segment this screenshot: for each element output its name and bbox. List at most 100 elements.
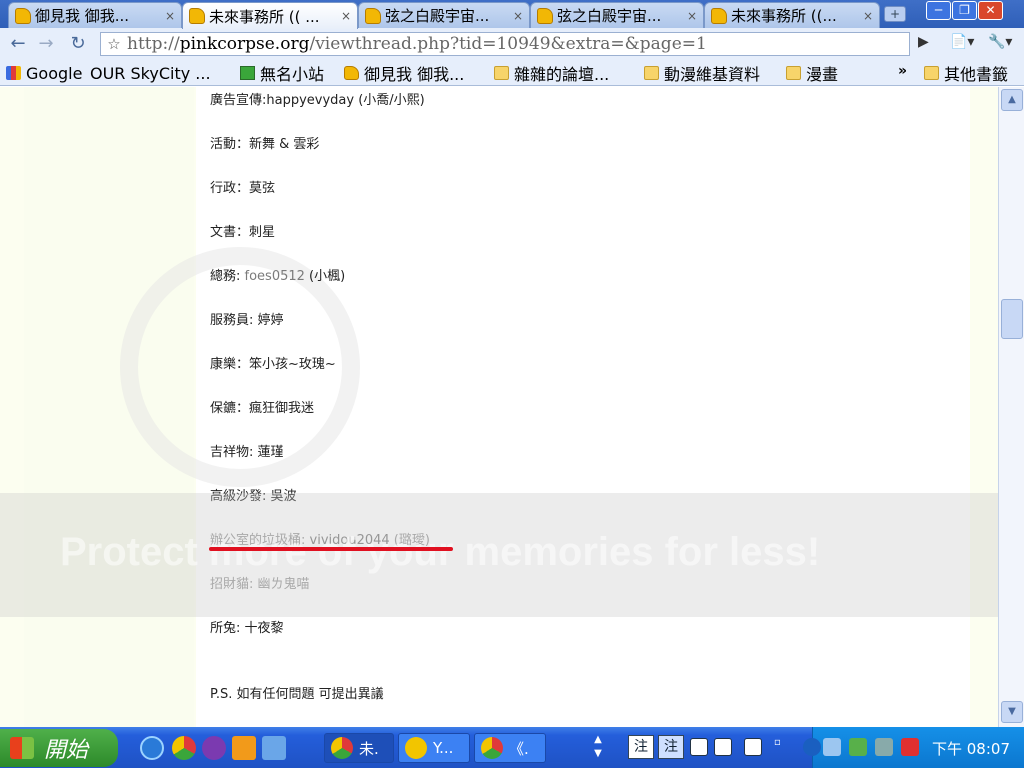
bookmarks-overflow-icon[interactable]: » (898, 63, 907, 79)
tab-label: 未來事務所 ((... (731, 7, 837, 25)
folder-icon (786, 66, 801, 80)
post-line: 活動：新舞 & 雲彩 (210, 137, 320, 152)
tray-expand-icon[interactable] (803, 738, 821, 756)
bookmark-folder-manga[interactable]: 漫畫 (786, 63, 839, 84)
post-line: 廣告宣傳:happyevyday (小喬/小熙) (210, 93, 425, 108)
tab-label: 弦之白殿宇宙... (557, 7, 662, 25)
post-line: 服務員: 婷婷 (210, 313, 284, 328)
bookmark-skycity[interactable]: OUR SkyCity ... (90, 63, 211, 164)
windows-logo-icon (10, 737, 34, 759)
ime-indicator[interactable]: 注 (628, 735, 654, 759)
url-text[interactable]: http://pinkcorpse.org/viewthread.php?tid… (127, 34, 707, 54)
wrench-menu-icon[interactable]: 🔧▾ (988, 34, 1012, 50)
bookmark-other[interactable]: 其他書籤 (924, 63, 1009, 84)
clock: 下午 08:07 (932, 740, 1010, 758)
line-label: 總務: (210, 269, 245, 284)
scroll-thumb[interactable] (1001, 299, 1023, 339)
ie-icon[interactable] (140, 736, 164, 760)
maximize-button[interactable]: ❐ (952, 1, 977, 20)
google-icon (6, 66, 21, 80)
page-viewport (0, 87, 998, 727)
post-line: 文書：刺星 (210, 225, 276, 240)
ime-keyboard-icon[interactable] (714, 738, 732, 756)
post-line: 保鑣：瘋狂御我迷 (210, 401, 315, 416)
bookmarks-bar: Google OUR SkyCity ... 無名小站 御見我 御我... 雜雜… (0, 60, 1024, 164)
minimize-button[interactable]: ─ (926, 1, 951, 20)
bookmark-star-icon[interactable]: ☆ (101, 35, 127, 53)
folder-icon (644, 66, 659, 80)
taskbar-button-label: 未. (359, 739, 379, 758)
security-icon[interactable] (849, 738, 867, 756)
start-button[interactable]: 開始 (0, 729, 118, 767)
bookmark-folder-forum[interactable]: 雜雜的論壇... (494, 63, 610, 84)
folder-icon (494, 66, 509, 80)
bookmark-wretch[interactable]: 無名小站 (240, 63, 325, 84)
taskbar-button-label: 《. (509, 739, 529, 758)
watermark-text: Protect more of your memories for less! (60, 530, 821, 574)
tab-5[interactable]: 未來事務所 ((... × (704, 2, 880, 28)
media-player-icon[interactable] (232, 736, 256, 760)
start-label: 開始 (44, 738, 89, 763)
close-tab-icon[interactable]: × (687, 9, 697, 23)
ime-options-icon[interactable]: ▫ (774, 737, 781, 748)
go-icon[interactable]: ▶ (918, 34, 929, 50)
favicon-icon (189, 8, 205, 24)
url-domain: pinkcorpse.org (179, 34, 310, 54)
ime-panel-icon[interactable] (690, 738, 708, 756)
favicon-icon (365, 7, 381, 24)
taskbar-button-label: Y... (433, 739, 454, 757)
close-tab-icon[interactable]: × (341, 9, 351, 23)
bookmark-label: 無名小站 (260, 65, 325, 84)
bookmark-yujian[interactable]: 御見我 御我... (344, 63, 465, 84)
help-icon[interactable] (744, 738, 762, 756)
bookmark-label: 雜雜的論壇... (514, 65, 610, 84)
tab-label: 未來事務所 (( ... (209, 7, 320, 26)
page-menu-icon[interactable]: 📄▾ (950, 34, 974, 50)
chrome-icon[interactable] (172, 736, 196, 760)
new-tab-button[interactable]: + (884, 6, 906, 22)
bookmark-label: Google (26, 63, 83, 83)
close-tab-icon[interactable]: × (863, 9, 873, 23)
post-line: P.S. 如有任何問題 可提出異議 (210, 687, 384, 702)
bookmark-label: 動漫維基資料 (664, 65, 761, 84)
close-tab-icon[interactable]: × (165, 9, 175, 23)
favicon-icon (711, 7, 727, 24)
back-button[interactable]: ← (6, 33, 30, 55)
bookmark-label: 漫畫 (806, 65, 839, 84)
username-link[interactable]: foes0512 (245, 269, 305, 284)
red-underline-mark (209, 547, 453, 551)
yahoo-messenger-icon (405, 737, 427, 759)
antivirus-icon[interactable] (901, 738, 919, 756)
explorer-icon[interactable] (262, 736, 286, 760)
taskbar: 開始 未. Y... 《. ▲ ▼ 注 注 ▫ 下午 08:07 (0, 727, 1024, 768)
ime-mode[interactable]: 注 (658, 735, 684, 759)
tab-strip: 御見我 御我... × 未來事務所 (( ... × 弦之白殿宇宙... × 弦… (0, 0, 1024, 29)
reload-button[interactable]: ↻ (66, 33, 90, 55)
tab-4[interactable]: 弦之白殿宇宙... × (530, 2, 704, 28)
bookmark-folder-anime[interactable]: 動漫維基資料 (644, 63, 761, 84)
messenger-icon[interactable] (202, 736, 226, 760)
taskbar-scroll-arrows-icon[interactable]: ▲ ▼ (590, 733, 606, 763)
tray-app-icon[interactable] (875, 738, 893, 756)
line-suffix: (小楓) (304, 269, 346, 284)
tab-1[interactable]: 御見我 御我... × (8, 2, 182, 28)
vertical-scrollbar[interactable]: ▲ ▼ (998, 87, 1024, 727)
taskbar-button-chrome-1[interactable]: 未. (324, 733, 394, 763)
bookmark-google[interactable]: Google (6, 63, 82, 83)
taskbar-button-chrome-2[interactable]: 《. (474, 733, 546, 763)
forward-button[interactable]: → (34, 33, 58, 55)
bookmark-label: 其他書籤 (944, 65, 1009, 84)
tab-2[interactable]: 未來事務所 (( ... × (182, 2, 358, 29)
taskbar-button-yahoo[interactable]: Y... (398, 733, 470, 763)
network-icon[interactable] (823, 738, 841, 756)
url-path: /viewthread.php?tid=10949&extra=&page=1 (309, 34, 707, 54)
chrome-icon (481, 737, 503, 759)
address-bar[interactable]: ☆ http://pinkcorpse.org/viewthread.php?t… (100, 32, 910, 56)
scroll-down-button[interactable]: ▼ (1001, 701, 1023, 723)
close-tab-icon[interactable]: × (513, 9, 523, 23)
tab-3[interactable]: 弦之白殿宇宙... × (358, 2, 530, 28)
close-window-button[interactable]: ✕ (978, 1, 1003, 20)
scroll-up-button[interactable]: ▲ (1001, 89, 1023, 111)
url-prefix: http:// (127, 34, 180, 54)
bookmark-label: 御見我 御我... (364, 65, 465, 84)
